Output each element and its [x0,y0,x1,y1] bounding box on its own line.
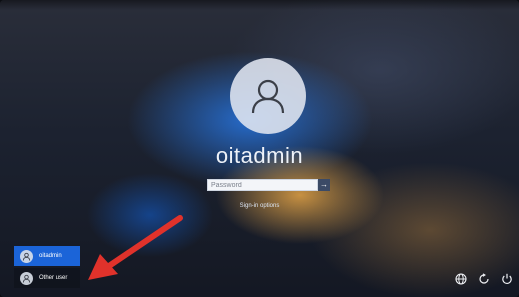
network-icon[interactable] [454,272,467,285]
submit-arrow-button[interactable]: → [318,179,330,191]
lock-screen: oitadmin → Sign-in options oitadmin Othe… [0,0,519,297]
accessibility-icon[interactable] [477,272,490,285]
user-avatar-small [20,249,33,263]
password-input[interactable] [207,179,318,191]
user-tile-oitadmin[interactable]: oitadmin [14,246,80,266]
username-label: oitadmin [215,143,304,168]
power-icon[interactable] [500,272,513,285]
password-row: → [207,179,330,191]
user-tile-other-user[interactable]: Other user [14,268,80,288]
user-tile-label: Other user [39,275,68,281]
user-tile-label: oitadmin [39,253,62,259]
sign-in-options-link[interactable]: Sign-in options [0,203,519,209]
top-edge [0,0,519,10]
user-avatar [230,58,306,134]
person-icon [22,252,31,261]
arrow-right-icon: → [320,180,328,189]
user-avatar-small [20,271,33,285]
person-icon [251,79,285,114]
red-annotation-arrow [88,215,183,280]
person-icon [22,274,31,283]
system-icons [454,272,513,285]
